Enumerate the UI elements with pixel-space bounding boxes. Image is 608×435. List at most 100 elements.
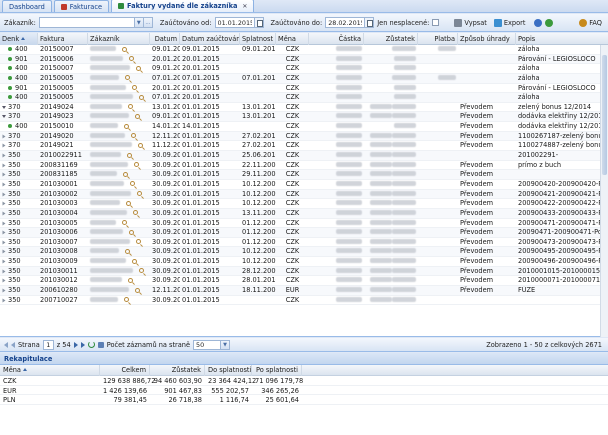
recap-row[interactable]: EUR 1 426 139,66 901 467,83 555 202,57 346 2… xyxy=(0,386,608,395)
magnifier-icon[interactable] xyxy=(123,171,128,177)
magnifier-icon[interactable] xyxy=(125,248,130,254)
table-row[interactable]: 350 201030009 30.09.201101.01.2015 10.12.20… xyxy=(0,257,600,267)
table-row[interactable]: 400 20150005 07.01.201520.01.2015 CZK záloha xyxy=(0,93,600,103)
collapsed-row-icon[interactable] xyxy=(2,143,6,148)
magnifier-icon[interactable] xyxy=(128,277,133,283)
magnifier-icon[interactable] xyxy=(137,191,142,197)
to-date-input[interactable] xyxy=(325,17,366,28)
collapsed-row-icon[interactable] xyxy=(2,298,6,303)
table-row[interactable]: 901 20150006 20.01.201520.01.2015 CZK Párová… xyxy=(0,54,600,65)
magnifier-icon[interactable] xyxy=(131,133,136,139)
recap-col-zustatek[interactable]: Zůstatek xyxy=(150,365,205,376)
table-row[interactable]: 350 201030011 30.09.201101.01.2015 28.12.20… xyxy=(0,266,600,277)
recap-col-do-splatnosti[interactable]: Do splatnosti xyxy=(205,365,252,376)
magnifier-icon[interactable] xyxy=(122,220,127,226)
collapsed-row-icon[interactable] xyxy=(2,153,6,158)
magnifier-icon[interactable] xyxy=(129,229,134,235)
col-header-datum[interactable]: Datum xyxy=(150,33,180,45)
vertical-scrollbar[interactable] xyxy=(600,45,608,337)
collapsed-row-icon[interactable] xyxy=(2,288,6,293)
collapsed-row-icon[interactable] xyxy=(2,259,6,264)
magnifier-icon[interactable] xyxy=(128,104,133,110)
collapsed-row-icon[interactable] xyxy=(2,172,6,177)
collapsed-row-icon[interactable] xyxy=(2,269,6,274)
recap-col-po-splatnosti[interactable]: Po splatnosti xyxy=(252,365,302,376)
col-header-castka[interactable]: Částka xyxy=(309,33,364,45)
table-row[interactable]: 350 201030006 30.09.201101.01.2015 01.12.20… xyxy=(0,228,600,238)
table-row[interactable]: 350 201030007 30.09.201101.01.2015 01.12.20… xyxy=(0,238,600,248)
table-row[interactable]: 350 201030004 30.09.201101.01.2015 13.11.20… xyxy=(0,208,600,219)
faq-button[interactable]: FAQ xyxy=(577,18,604,27)
page-size-dropdown-trigger[interactable]: ▼ xyxy=(221,339,231,350)
collapsed-row-icon[interactable] xyxy=(2,221,6,226)
table-row[interactable]: 350 200831169 30.09.201101.01.2015 22.11.20… xyxy=(0,161,600,171)
table-row[interactable]: 4002015000507.01.201507.01.201507.01.201… xyxy=(0,73,600,84)
magnifier-icon[interactable] xyxy=(127,152,132,158)
collapsed-row-icon[interactable] xyxy=(2,201,6,206)
page-number-input[interactable]: 1 xyxy=(42,339,54,350)
calendar-icon[interactable] xyxy=(365,17,375,28)
magnifier-icon[interactable] xyxy=(129,56,134,62)
table-row[interactable]: 370 20149020 12.11.201401.01.2015 27.02.201… xyxy=(0,131,600,142)
magnifier-icon[interactable] xyxy=(132,258,137,264)
magnifier-icon[interactable] xyxy=(135,113,140,119)
table-row[interactable]: 901 20150005 20.01.201520.01.2015 CZK Párová… xyxy=(0,84,600,94)
customer-search-trigger[interactable]: … xyxy=(143,17,153,28)
calendar-icon[interactable] xyxy=(254,17,264,28)
refresh-icon[interactable] xyxy=(87,341,95,348)
last-page-icon[interactable] xyxy=(80,341,85,348)
from-date-input[interactable] xyxy=(214,17,255,28)
col-header-splatnost[interactable]: Splatnost xyxy=(240,33,276,45)
table-row[interactable]: 350 201030005 30.09.201101.01.2015 01.12.20… xyxy=(0,219,600,229)
col-header-faktura[interactable]: Faktura xyxy=(38,33,88,45)
table-row[interactable]: 350 200710027 30.09.201101.01.2015 CZK xyxy=(0,296,600,306)
export-button[interactable]: Export xyxy=(492,18,528,27)
magnifier-icon[interactable] xyxy=(130,181,135,187)
collapsed-row-icon[interactable] xyxy=(2,249,6,254)
table-row[interactable]: 400 20150007 09.01.201520.01.2015 CZK záloha xyxy=(0,64,600,74)
col-header-mena[interactable]: Měna xyxy=(276,33,309,45)
magnifier-icon[interactable] xyxy=(134,162,139,168)
magnifier-icon[interactable] xyxy=(136,65,141,71)
table-row[interactable]: 370 20149021 11.12.201401.01.2015 27.02.201… xyxy=(0,141,600,152)
collapsed-row-icon[interactable] xyxy=(2,134,6,139)
col-header-datum-zauctovani[interactable]: Datum zaúčtování xyxy=(180,33,240,45)
collapsed-row-icon[interactable] xyxy=(2,240,6,245)
magnifier-icon[interactable] xyxy=(139,94,144,100)
customer-input[interactable] xyxy=(38,17,135,28)
col-header-zpusob-uhrady[interactable]: Způsob úhrady xyxy=(458,33,516,45)
table-row[interactable]: 350 201030002 30.09.201101.01.2015 10.12.20… xyxy=(0,189,600,200)
page-size-select[interactable]: 50 xyxy=(193,339,222,350)
tab-dashboard[interactable]: Dashboard xyxy=(2,0,52,12)
expand-row-icon[interactable] xyxy=(2,115,6,119)
table-row[interactable]: 350 201030001 30.09.201101.01.2015 10.12.20… xyxy=(0,180,600,190)
recap-row[interactable]: PLN 79 381,45 26 718,38 1 116,74 25 601,64 xyxy=(0,395,608,405)
table-row[interactable]: 350 201030003 30.09.201101.01.2015 10.12.20… xyxy=(0,199,600,209)
collapsed-row-icon[interactable] xyxy=(2,211,6,216)
collapsed-row-icon[interactable] xyxy=(2,163,6,168)
col-header-denik[interactable]: Denk xyxy=(0,33,38,45)
table-row[interactable]: 350 200831185 30.09.201101.01.2015 29.11.20… xyxy=(0,170,600,180)
table-row[interactable]: 350 201030012 30.09.201101.01.2015 28.01.20… xyxy=(0,276,600,287)
table-row[interactable]: 350 201030008 30.09.201101.01.2015 10.12.20… xyxy=(0,247,600,258)
info-icon[interactable] xyxy=(534,18,543,27)
magnifier-icon[interactable] xyxy=(124,297,129,303)
table-row[interactable]: 400 20150010 14.01.201514.01.2015 CZK Převod… xyxy=(0,122,600,132)
magnifier-icon[interactable] xyxy=(125,75,130,81)
refresh-icon[interactable] xyxy=(545,18,554,27)
collapsed-row-icon[interactable] xyxy=(2,192,6,197)
col-header-zustatek[interactable]: Zůstatek xyxy=(364,33,418,45)
magnifier-icon[interactable] xyxy=(138,142,143,148)
col-header-platba[interactable]: Platba xyxy=(418,33,458,45)
first-page-icon[interactable] xyxy=(4,341,8,348)
customer-dropdown-trigger[interactable]: ▼ xyxy=(134,17,144,28)
collapsed-row-icon[interactable] xyxy=(2,278,6,283)
print-button[interactable]: Vypsat xyxy=(452,18,488,27)
table-row[interactable]: 3702014902413.01.201501.01.201513.01.201… xyxy=(0,103,600,113)
recap-col-mena[interactable]: Měna xyxy=(0,365,100,376)
magnifier-icon[interactable] xyxy=(133,210,138,216)
table-row[interactable]: 350 200610280 12.11.200601.01.2015 18.11.20… xyxy=(0,286,600,296)
magnifier-icon[interactable] xyxy=(135,287,140,293)
magnifier-icon[interactable] xyxy=(139,268,144,274)
magnifier-icon[interactable] xyxy=(136,239,141,245)
